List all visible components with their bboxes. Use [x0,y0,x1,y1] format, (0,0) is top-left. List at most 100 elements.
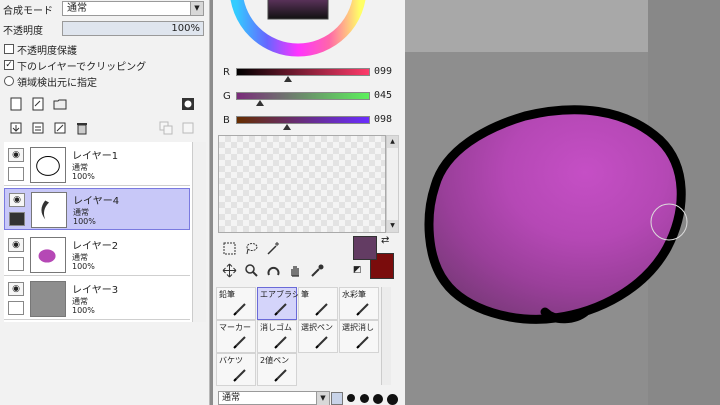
brush-tip-icon [274,303,287,316]
opacity-label: 不透明度 [3,25,43,37]
brush-tool-button[interactable]: バケツ [216,353,256,386]
eye-icon[interactable]: ◉ [8,238,24,252]
layer-panel: 合成モード 通常 ▼ 不透明度 100% 不透明度保護 ✓ 下のレイヤーでクリッ… [0,0,210,405]
slider-thumb-icon[interactable] [256,100,265,106]
reset-colors-icon[interactable]: ◩ [353,265,362,275]
swap-colors-icon[interactable]: ⇄ [381,235,389,246]
brush-tool-button[interactable]: エアブラシ [257,287,300,320]
brush-size-dot[interactable] [347,394,355,402]
foreground-color-swatch[interactable] [353,236,377,260]
eye-icon[interactable]: ◉ [8,282,24,296]
slider-letter: G [223,91,231,102]
rotate-icon[interactable] [265,262,281,278]
layer-thumbnail [30,147,66,183]
blend-mode-select[interactable]: 通常 ▼ [62,1,204,16]
layer-scrollbar[interactable] [192,142,206,322]
brush-tip-icon [274,369,287,382]
layer-row-selected[interactable]: ◉ レイヤー4 通常 100% [4,188,190,230]
opacity-row: 不透明度 100% [0,20,210,38]
layer-name: レイヤー4 [73,196,120,207]
blend-mode-row: 合成モード 通常 ▼ [0,0,210,18]
zoom-icon[interactable] [243,262,259,278]
brush-tool-button[interactable]: 筆 [298,287,338,320]
brush-size-dot[interactable] [360,394,369,403]
brush-tip-icon [356,303,369,316]
slider-row-r: R 099 [213,64,405,86]
rect-select-icon[interactable] [221,240,237,256]
opacity-value: 100% [171,23,200,34]
blend-mode-label: 合成モード [3,5,53,17]
layer-opacity: 100% [72,306,95,315]
blend-mode-value: 通常 [67,3,87,14]
brush-tool-button[interactable]: 選択消し [339,320,379,353]
brush-shape-square[interactable] [331,392,343,405]
scroll-down-icon[interactable]: ▼ [387,220,398,232]
layer-row[interactable]: ◉ レイヤー1 通常 100% [4,144,190,186]
brush-tool-button[interactable]: 鉛筆 [216,287,256,320]
new-folder-icon[interactable] [52,96,68,112]
layer-thumbnail [30,281,66,317]
lock-toggle[interactable] [8,257,24,271]
chevron-down-icon: ▼ [190,2,203,15]
layer-row[interactable]: ◉ レイヤー2 通常 100% [4,234,190,276]
layer-opacity: 100% [72,262,95,271]
selection-source-label: 領域検出元に指定 [17,77,97,89]
new-layer-icon[interactable] [8,96,24,112]
brush-tip-icon [356,336,369,349]
brush-tool-label: 選択消し [342,323,374,332]
transfer-down-icon[interactable] [8,120,24,136]
brush-tool-label: バケツ [219,356,243,365]
brush-tool-button[interactable]: 2値ペン [257,353,297,386]
copy-layer-icon[interactable] [158,120,174,136]
selection-source-row[interactable]: 領域検出元に指定 [0,72,210,90]
clipping-checkbox[interactable]: ✓ [4,60,14,70]
slider-track[interactable] [236,116,370,124]
brush-panel-scrollbar[interactable] [381,287,391,385]
preserve-opacity-checkbox[interactable] [4,44,14,54]
opacity-slider[interactable]: 100% [62,21,204,36]
chevron-down-icon: ▼ [316,392,329,405]
eyedropper-icon[interactable] [309,262,325,278]
magic-wand-icon[interactable] [265,240,281,256]
brush-tool-label: 消しゴム [260,323,292,332]
brush-tool-button[interactable]: 選択ペン [298,320,338,353]
brush-tool-button[interactable]: 消しゴム [257,320,297,353]
brush-tool-button[interactable]: マーカー [216,320,256,353]
layer-name: レイヤー3 [72,285,119,296]
slider-thumb-icon[interactable] [282,124,291,130]
selection-source-radio[interactable] [4,76,14,86]
brush-size-dot[interactable] [373,394,383,404]
slider-track[interactable] [236,68,370,76]
slider-letter: B [223,115,230,126]
paste-layer-icon[interactable] [180,120,196,136]
layer-mask-icon[interactable] [180,96,196,112]
scroll-up-icon[interactable]: ▲ [387,136,398,148]
eye-icon[interactable]: ◉ [9,193,25,207]
layer-name: レイヤー2 [72,241,119,252]
lasso-icon[interactable] [243,240,259,256]
lock-toggle[interactable] [8,301,24,315]
color-swatch-grid[interactable] [218,135,386,233]
drawing-canvas[interactable] [405,0,720,405]
merge-down-icon[interactable] [30,120,46,136]
slider-track[interactable] [236,92,370,100]
move-icon[interactable] [221,262,237,278]
brush-icon[interactable] [9,212,25,226]
clear-layer-icon[interactable] [52,120,68,136]
brush-mode-select[interactable]: 通常 ▼ [218,391,330,405]
brush-tip-icon [274,336,287,349]
color-wheel[interactable] [213,0,405,60]
layer-row[interactable]: ◉ レイヤー3 通常 100% [4,278,190,320]
lock-toggle[interactable] [8,167,24,181]
eye-icon[interactable]: ◉ [8,148,24,162]
trash-icon[interactable] [74,120,90,136]
layer-toolbar [8,96,204,142]
slider-value: 098 [374,114,393,125]
new-vector-layer-icon[interactable] [30,96,46,112]
swatch-scrollbar[interactable]: ▲ ▼ [386,135,399,233]
brush-tip-icon [233,336,246,349]
brush-tool-button[interactable]: 水彩筆 [339,287,379,320]
brush-size-dot[interactable] [387,394,398,405]
hand-icon[interactable] [287,262,303,278]
slider-thumb-icon[interactable] [284,76,293,82]
